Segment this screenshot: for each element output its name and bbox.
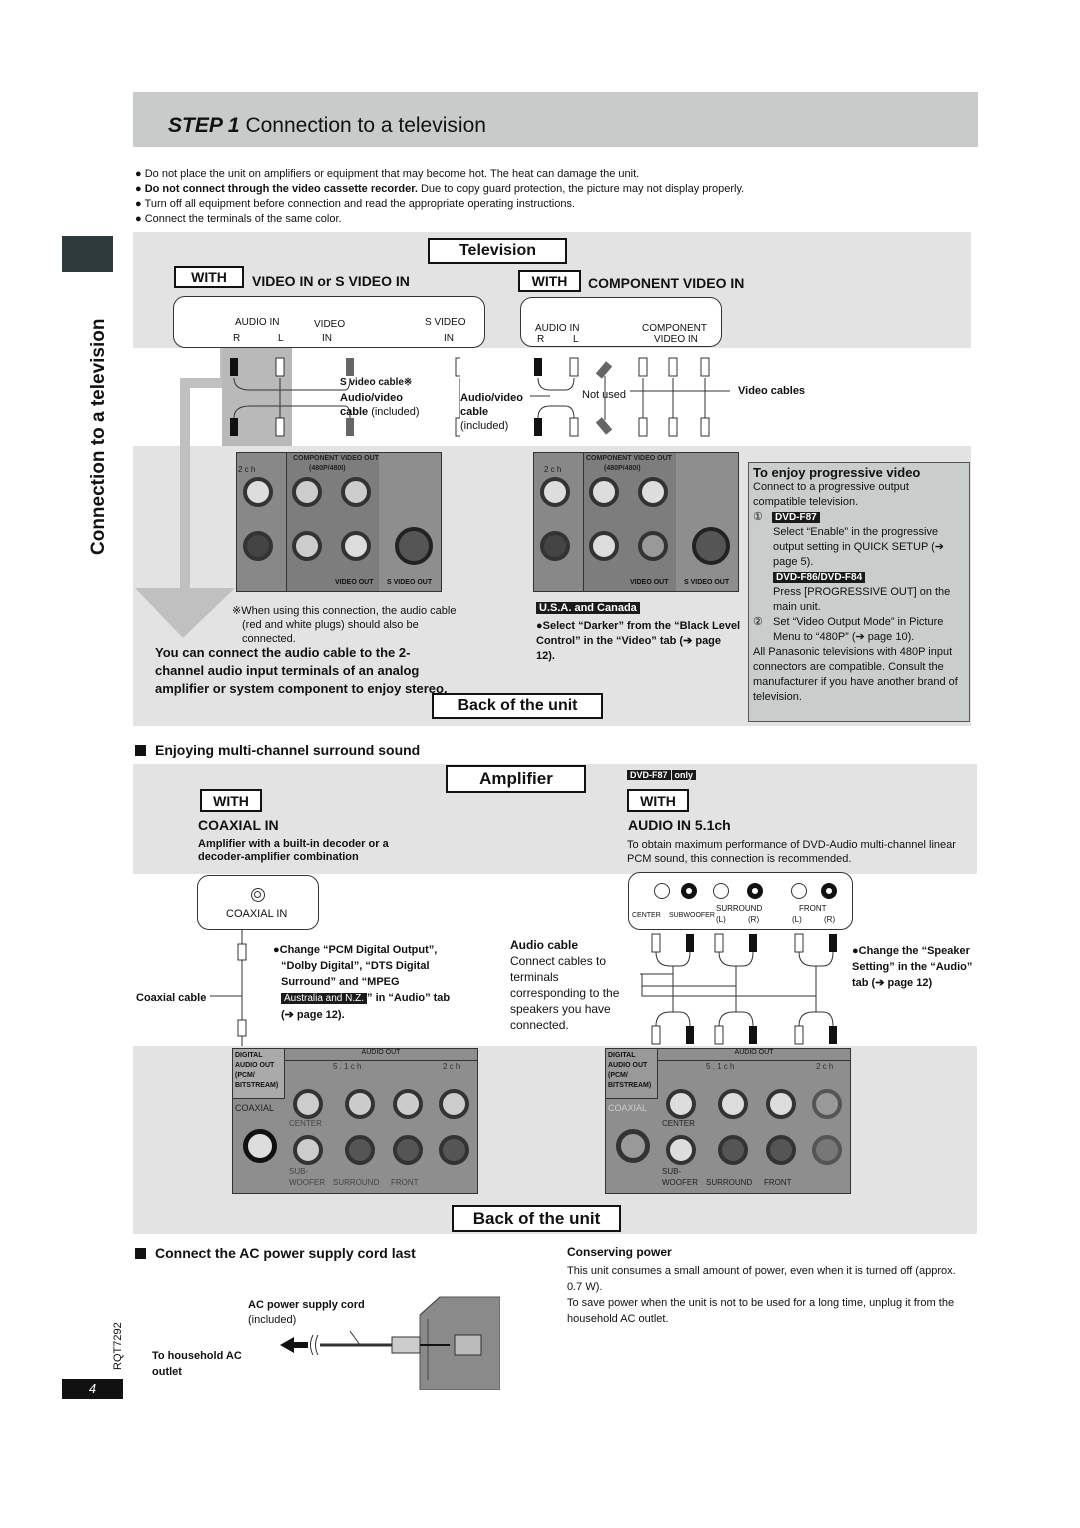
audio-51-panel: CENTER SUBWOOFER SURROUND (L) (R) FRONT …	[628, 872, 853, 930]
video-cables-label: Video cables	[738, 385, 806, 397]
progressive-video-box: To enjoy progressive video Connect to a …	[748, 462, 970, 722]
not-used-label: Not used	[582, 389, 627, 401]
model-only-tag: DVD-F87 only	[627, 770, 697, 780]
back-of-unit-label: Back of the unit	[452, 1205, 621, 1232]
region-tag: U.S.A. and Canada	[536, 602, 640, 614]
doc-code: RQT7292	[112, 1322, 124, 1370]
ac-cord-diagram	[280, 1296, 500, 1390]
tv-right-heading: COMPONENT VIDEO IN	[588, 275, 745, 291]
stereo-note: You can connect the audio cable to the 2…	[155, 645, 448, 696]
with-badge: WITH	[200, 789, 262, 812]
television-label: Television	[428, 238, 567, 264]
surround-heading: Enjoying multi-channel surround sound	[135, 742, 420, 758]
coaxial-heading: COAXIAL IN	[198, 817, 279, 833]
note-item: ● Do not place the unit on amplifiers or…	[135, 168, 640, 180]
note-item: ● Turn off all equipment before connecti…	[135, 198, 576, 210]
coaxial-jack-icon	[251, 888, 265, 902]
audio-51-desc: To obtain maximum performance of DVD-Aud…	[627, 839, 956, 865]
unit-rear-panel-tv1: 2 c h COMPONENT VIDEO OUT (480P/480I) VI…	[236, 452, 442, 592]
s-video-cable-label: S video cable※	[340, 377, 413, 388]
unit-rear-panel-amp1: DIGITAL AUDIO OUT (PCM/ BITSTREAM) COAXI…	[232, 1048, 478, 1194]
square-bullet-icon	[135, 745, 146, 756]
av-cable-label: Audio/video cable (included)	[340, 392, 420, 418]
region-note: ●Select “Darker” from the “Black Level C…	[536, 620, 741, 662]
speaker-setting-note: ●Change the “Speaker Setting” in the “Au…	[852, 945, 973, 989]
audio-cable-note: Audio cable Connect cables to terminals …	[510, 938, 620, 1032]
amplifier-label: Amplifier	[446, 765, 586, 793]
notes-list: ● Do not place the unit on amplifiers or…	[135, 167, 744, 227]
title-text: Connection to a television	[245, 114, 486, 137]
side-tab	[62, 236, 113, 272]
component-cables-diagram	[530, 357, 730, 437]
s-video-footnote: ※When using this connection, the audio c…	[232, 605, 457, 645]
step-label: STEP 1	[168, 114, 240, 137]
with-badge: WITH	[174, 266, 244, 288]
unit-rear-panel-amp2: DIGITAL AUDIO OUT (PCM/ BITSTREAM) COAXI…	[605, 1048, 851, 1194]
coaxial-in-panel: COAXIAL IN	[197, 875, 319, 930]
power-heading: Connect the AC power supply cord last	[135, 1245, 416, 1261]
note-item: ● Connect the terminals of the same colo…	[135, 213, 342, 225]
outlet-label: To household AC outlet	[152, 1350, 242, 1378]
with-badge: WITH	[627, 789, 689, 812]
square-bullet-icon	[135, 1248, 146, 1259]
tv-jack-panel-av: AUDIO IN R L VIDEO IN S VIDEO IN	[173, 296, 485, 348]
unit-rear-panel-tv2: 2 c h COMPONENT VIDEO OUT (480P/480I) VI…	[533, 452, 739, 592]
coaxial-desc: Amplifier with a built-in decoder or a d…	[198, 838, 389, 863]
av-cable-label-2: Audio/video cable (included)	[460, 392, 523, 432]
back-of-unit-label: Back of the unit	[432, 693, 603, 719]
tv-jack-panel-component: AUDIO IN R L COMPONENT VIDEO IN	[520, 297, 722, 347]
tv-left-heading: VIDEO IN or S VIDEO IN	[252, 273, 410, 289]
side-section-title: Connection to a television	[88, 318, 109, 555]
note-item: ● Do not connect through the video casse…	[135, 183, 745, 195]
conserve-title: Conserving power	[567, 1245, 672, 1259]
page-title: STEP 1 Connection to a television	[168, 114, 486, 138]
coaxial-cable-diagram	[210, 930, 247, 1046]
coaxial-note: ●Change “PCM Digital Output”, “Dolby Dig…	[273, 944, 451, 1021]
model-tag: DVD-F87	[772, 512, 820, 523]
page-number: 4	[62, 1379, 123, 1399]
model-tag: DVD-F86/DVD-F84	[773, 572, 866, 583]
audio-cables-51-diagram	[640, 933, 837, 1045]
conserve-text: This unit consumes a small amount of pow…	[567, 1265, 956, 1325]
coaxial-cable-label: Coaxial cable	[136, 992, 207, 1004]
audio-51-heading: AUDIO IN 5.1ch	[628, 817, 731, 833]
with-badge: WITH	[518, 270, 581, 292]
